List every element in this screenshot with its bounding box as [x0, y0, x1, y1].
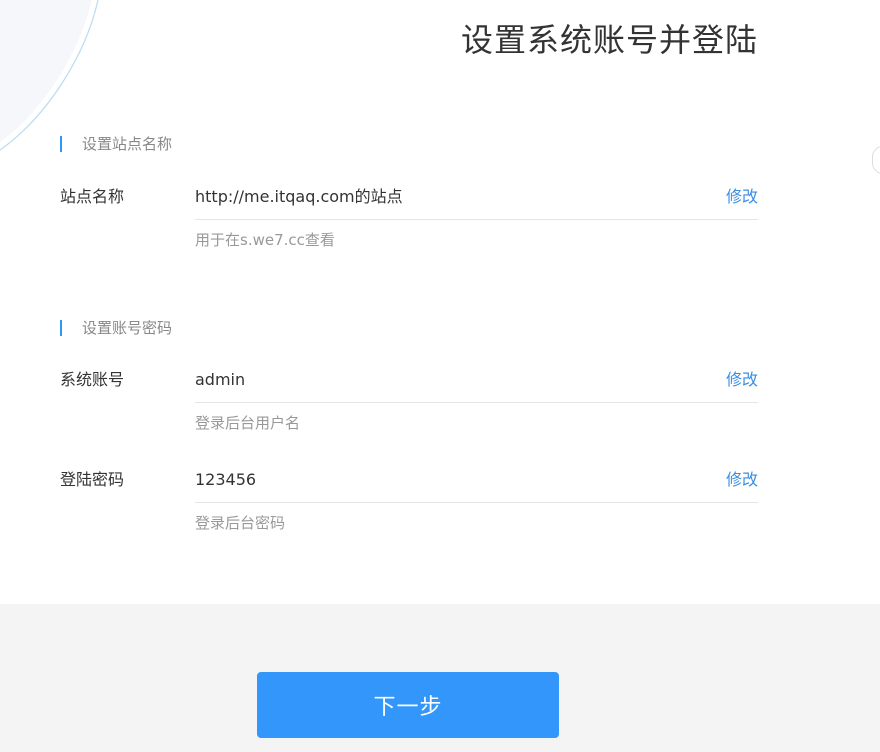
site-name-field: http://me.itqaq.com的站点 修改 [195, 185, 758, 220]
account-row: 系统账号 admin 修改 登录后台用户名 [60, 368, 758, 448]
site-name-value: http://me.itqaq.com的站点 [195, 187, 403, 206]
site-name-hint: 用于在s.we7.cc查看 [195, 231, 335, 249]
account-value: admin [195, 370, 246, 389]
section-header-site: 设置站点名称 [60, 136, 172, 152]
account-field: admin 修改 [195, 368, 758, 403]
site-name-row: 站点名称 http://me.itqaq.com的站点 修改 用于在s.we7.… [60, 185, 758, 265]
next-step-button[interactable]: 下一步 [257, 672, 559, 738]
site-name-edit-link[interactable]: 修改 [726, 185, 758, 209]
password-label: 登陆密码 [60, 470, 125, 489]
password-field: 123456 修改 [195, 468, 758, 503]
side-handle [872, 146, 880, 174]
password-edit-link[interactable]: 修改 [726, 468, 758, 492]
section-header-account: 设置账号密码 [60, 320, 172, 336]
account-label: 系统账号 [60, 370, 125, 389]
page-title: 设置系统账号并登陆 [460, 21, 758, 59]
account-edit-link[interactable]: 修改 [726, 368, 758, 392]
install-page: 设置系统账号并登陆 设置站点名称 站点名称 http://me.itqaq.co… [0, 0, 880, 752]
footer: 下一步 [0, 604, 880, 752]
password-value: 123456 [195, 470, 257, 489]
site-name-label: 站点名称 [60, 187, 125, 206]
password-hint: 登录后台密码 [195, 514, 286, 532]
account-hint: 登录后台用户名 [195, 414, 301, 432]
password-row: 登陆密码 123456 修改 登录后台密码 [60, 468, 758, 548]
